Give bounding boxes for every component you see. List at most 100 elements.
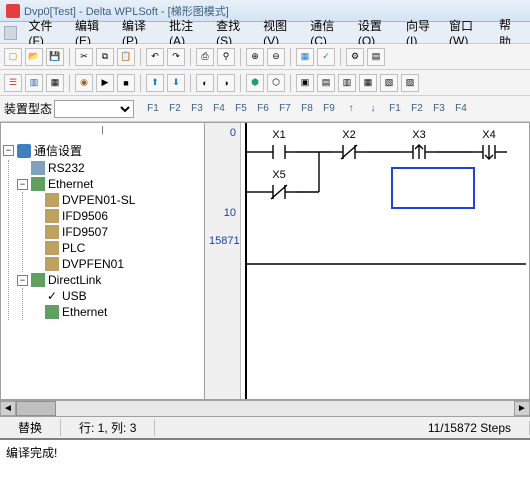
comm-icon <box>17 144 31 158</box>
ladder-editor[interactable]: X1 X2 X3 X4 X5 <box>241 123 529 399</box>
fkey-f9[interactable]: F9 <box>318 99 340 119</box>
hscrollbar[interactable]: ◄ ► <box>0 400 530 416</box>
output-text: 编译完成! <box>6 446 57 460</box>
dev1-icon[interactable]: ▣ <box>296 74 314 92</box>
scroll-track[interactable] <box>16 401 514 416</box>
ladder-icon[interactable]: ☰ <box>4 74 22 92</box>
device-icon <box>45 225 59 239</box>
tree-label: DirectLink <box>48 273 101 287</box>
ladder-panel: 0 10 15871 X1 X2 X3 X4 <box>205 122 530 400</box>
tree-ifd9507[interactable]: IFD9507 <box>31 224 202 240</box>
tree-ethernet[interactable]: − Ethernet <box>17 176 202 192</box>
gutter-line: 10 <box>205 203 240 223</box>
device-type-label: 装置型态 <box>4 100 52 117</box>
directlink-icon <box>31 273 45 287</box>
fkey-down[interactable]: ↓ <box>362 99 384 119</box>
fkey-up[interactable]: ↑ <box>340 99 362 119</box>
tree-dvpfen01[interactable]: DVPFEN01 <box>31 256 202 272</box>
tree-ifd9506[interactable]: IFD9506 <box>31 208 202 224</box>
check-icon[interactable]: ✓ <box>317 48 335 66</box>
tree-label: IFD9506 <box>62 209 108 223</box>
download-icon[interactable]: ⬇ <box>167 74 185 92</box>
scroll-left-icon[interactable]: ◄ <box>0 401 16 416</box>
tree-rs232[interactable]: RS232 <box>17 160 202 176</box>
fkey-f5[interactable]: F5 <box>230 99 252 119</box>
device-icon <box>45 209 59 223</box>
print-icon[interactable]: ⎙ <box>196 48 214 66</box>
copy-icon[interactable]: ⧉ <box>96 48 114 66</box>
toolbar-2: ☰ ▥ ▦ ◉ ▶ ■ ⬆ ⬇ ◐ ◑ ⬢ ⬡ ▣ ▤ ▥ ▦ ▧ ▨ <box>0 70 530 96</box>
tool-icon[interactable]: ⚙ <box>346 48 364 66</box>
tree-directlink[interactable]: − DirectLink <box>17 272 202 288</box>
tree-dvpen01[interactable]: DVPEN01-SL <box>31 192 202 208</box>
collapse-icon[interactable]: − <box>17 275 28 286</box>
dev4-icon[interactable]: ▦ <box>359 74 377 92</box>
redo-icon[interactable]: ↷ <box>167 48 185 66</box>
tree-label: DVPEN01-SL <box>62 193 135 207</box>
statusbar: 替换 行: 1, 列: 3 11/15872 Steps <box>0 416 530 438</box>
zoom-in-icon[interactable]: ⊕ <box>246 48 264 66</box>
tree-root-comm[interactable]: − 通信设置 <box>3 141 202 160</box>
line-gutter: 0 10 15871 <box>205 123 241 399</box>
contact-x3[interactable]: X3 <box>401 129 437 164</box>
dev5-icon[interactable]: ▧ <box>380 74 398 92</box>
net2-icon[interactable]: ⬡ <box>267 74 285 92</box>
fkey-f2[interactable]: F2 <box>164 99 186 119</box>
net-icon[interactable]: ⬢ <box>246 74 264 92</box>
monitor-icon[interactable]: ◉ <box>75 74 93 92</box>
stop-icon[interactable]: ■ <box>117 74 135 92</box>
device-icon <box>45 193 59 207</box>
open-icon[interactable]: 📂 <box>25 48 43 66</box>
new-icon[interactable]: ▢ <box>4 48 22 66</box>
tree-label: DVPFEN01 <box>62 257 124 271</box>
contact-x2[interactable]: X2 <box>331 129 367 164</box>
gutter-line: 15871 <box>205 231 240 251</box>
tree-plc[interactable]: PLC <box>31 240 202 256</box>
app-icon <box>6 4 20 18</box>
system-menu-icon[interactable] <box>4 26 17 40</box>
fkey-f6[interactable]: F6 <box>252 99 274 119</box>
fkey-f7[interactable]: F7 <box>274 99 296 119</box>
fkey-sf4[interactable]: F4 <box>450 99 472 119</box>
tool2-icon[interactable]: ▤ <box>367 48 385 66</box>
device-icon <box>45 257 59 271</box>
fkey-sf3[interactable]: F3 <box>428 99 450 119</box>
fkey-sf1[interactable]: F1 <box>384 99 406 119</box>
zoom-out-icon[interactable]: ⊖ <box>267 48 285 66</box>
contact-x4[interactable]: X4 <box>471 129 507 164</box>
tree-eth2[interactable]: Ethernet <box>31 304 202 320</box>
main-area: − 通信设置 RS232 − Ethernet DVPEN01-SL IFD95… <box>0 122 530 400</box>
fkey-f8[interactable]: F8 <box>296 99 318 119</box>
device-type-combo[interactable] <box>54 100 134 118</box>
comm-tree: − 通信设置 RS232 − Ethernet DVPEN01-SL IFD95… <box>1 137 204 324</box>
tree-label: PLC <box>62 241 85 255</box>
sfc-icon[interactable]: ▦ <box>46 74 64 92</box>
upload-icon[interactable]: ⬆ <box>146 74 164 92</box>
cut-icon[interactable]: ✂ <box>75 48 93 66</box>
tree-label: 通信设置 <box>34 142 82 159</box>
il-icon[interactable]: ▥ <box>25 74 43 92</box>
compile-icon[interactable]: ▦ <box>296 48 314 66</box>
tree-usb[interactable]: ✓USB <box>31 288 202 304</box>
fkey-sf2[interactable]: F2 <box>406 99 428 119</box>
dev3-icon[interactable]: ▥ <box>338 74 356 92</box>
collapse-icon[interactable]: − <box>17 179 28 190</box>
simulate-icon[interactable]: ▶ <box>96 74 114 92</box>
fkey-f3[interactable]: F3 <box>186 99 208 119</box>
scroll-thumb[interactable] <box>16 401 56 416</box>
end-wire <box>246 263 526 267</box>
scroll-right-icon[interactable]: ► <box>514 401 530 416</box>
dev2-icon[interactable]: ▤ <box>317 74 335 92</box>
sim3-icon[interactable]: ◑ <box>217 74 235 92</box>
save-icon[interactable]: 💾 <box>46 48 64 66</box>
sim2-icon[interactable]: ◐ <box>196 74 214 92</box>
fkey-f4[interactable]: F4 <box>208 99 230 119</box>
fkey-f1[interactable]: F1 <box>142 99 164 119</box>
undo-icon[interactable]: ↶ <box>146 48 164 66</box>
tree-label: RS232 <box>48 161 85 175</box>
toolbar-1: ▢ 📂 💾 ✂ ⧉ 📋 ↶ ↷ ⎙ ⚲ ⊕ ⊖ ▦ ✓ ⚙ ▤ <box>0 44 530 70</box>
collapse-icon[interactable]: − <box>3 145 14 156</box>
find-icon[interactable]: ⚲ <box>217 48 235 66</box>
dev6-icon[interactable]: ▨ <box>401 74 419 92</box>
paste-icon[interactable]: 📋 <box>117 48 135 66</box>
